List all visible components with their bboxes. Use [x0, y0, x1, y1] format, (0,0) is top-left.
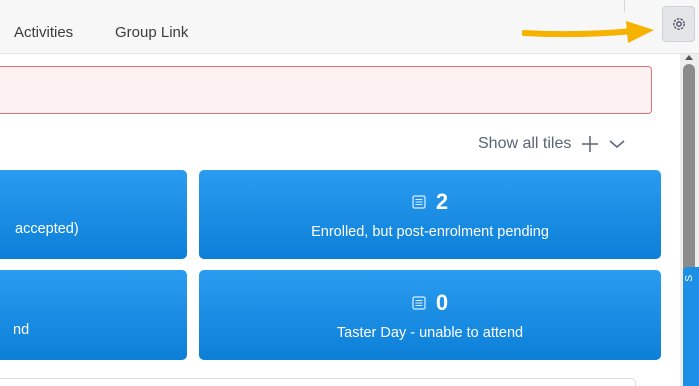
side-tab-label: S — [684, 275, 695, 282]
plus-icon[interactable] — [581, 135, 599, 153]
chevron-down-icon[interactable] — [609, 139, 625, 149]
tile-enrolled-post-enrolment-pending[interactable]: 2 Enrolled, but post-enrolment pending — [199, 170, 661, 259]
list-icon — [412, 195, 426, 209]
tile-label: Enrolled, but post-enrolment pending — [311, 224, 549, 240]
side-feedback-tab[interactable]: S — [683, 267, 699, 386]
settings-button[interactable] — [662, 6, 695, 42]
alert-banner — [0, 66, 652, 114]
tile-label: accepted) — [15, 221, 79, 237]
tile-count: 0 — [435, 289, 449, 315]
gear-icon — [672, 18, 685, 30]
annotation-arrow-icon — [522, 21, 654, 43]
scroll-up-arrow-icon[interactable] — [685, 55, 693, 60]
tab-activities[interactable]: Activities — [14, 24, 73, 41]
bottom-panel — [0, 378, 636, 386]
tile-unable-to-attend[interactable]: nd — [0, 270, 187, 360]
tile-count: 2 — [435, 189, 449, 214]
tab-group-link[interactable]: Group Link — [115, 24, 188, 41]
show-all-tiles-control[interactable]: Show all tiles — [478, 135, 625, 153]
tile-taster-day-unable-to-attend[interactable]: 0 Taster Day - unable to attend — [199, 270, 661, 360]
tile-accepted[interactable]: accepted) — [0, 170, 187, 259]
tile-label: Taster Day - unable to attend — [336, 324, 524, 341]
topbar-divider — [624, 0, 625, 12]
show-all-tiles-label[interactable]: Show all tiles — [478, 135, 571, 153]
tile-label: nd — [13, 322, 30, 338]
list-icon — [412, 295, 426, 310]
